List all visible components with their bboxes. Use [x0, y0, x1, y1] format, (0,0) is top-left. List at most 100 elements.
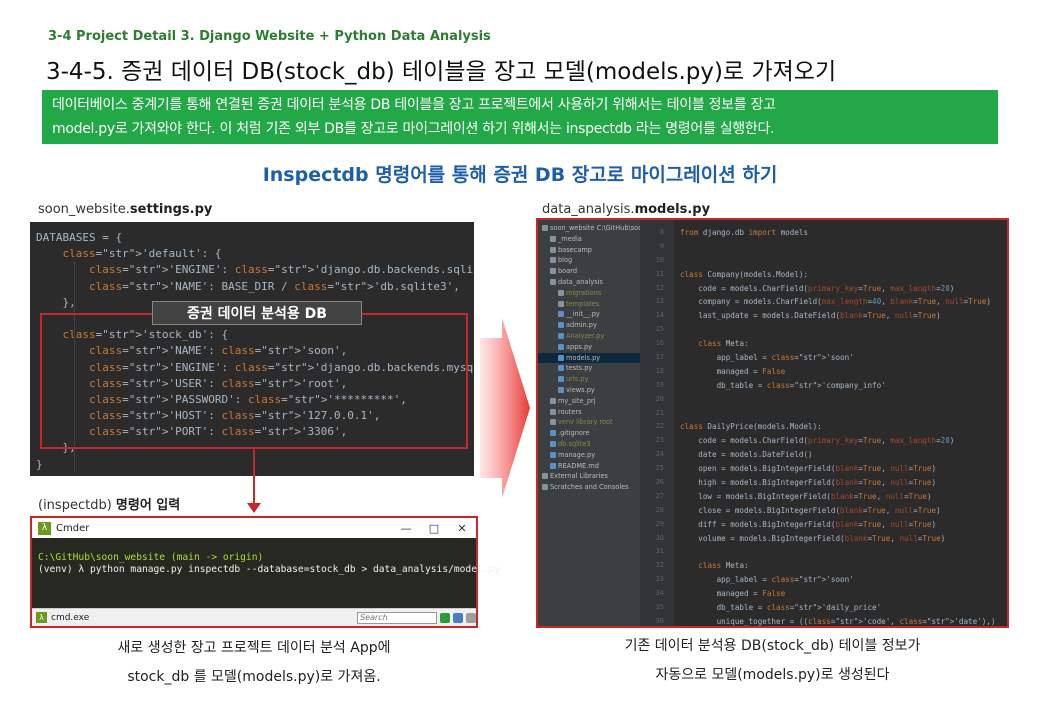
tree-item[interactable]: templates: [538, 299, 640, 310]
close-icon[interactable]: ✕: [448, 522, 476, 535]
tree-item-label: .gitignore: [558, 429, 590, 438]
tree-item[interactable]: urls.py: [538, 374, 640, 385]
tree-item[interactable]: Analyzer.py: [538, 331, 640, 342]
code-line: app_label = class="str">'soon': [680, 575, 854, 585]
tree-item[interactable]: models.py: [538, 352, 640, 364]
cmder-caption-prefix: (inspectdb): [38, 498, 116, 513]
section-subtitle: Inspectdb 명령어를 통해 증권 DB 장고로 마이그레이션 하기: [262, 164, 778, 186]
line-number: 31: [655, 547, 664, 556]
maximize-icon[interactable]: □: [420, 522, 448, 535]
ide-note-line-2: 자동으로 모델(models.py)로 생성된다: [655, 667, 890, 683]
tree-item[interactable]: venv library root: [538, 417, 640, 428]
folder-icon: [550, 278, 556, 285]
settings-caption-file: settings.py: [129, 202, 213, 217]
tree-item-label: Scratches and Consoles: [550, 483, 629, 492]
code-line: high = models.BigIntegerField(blank=True…: [680, 478, 937, 488]
code-line: volume = models.BigIntegerField(blank=Tr…: [680, 533, 946, 543]
view-icon[interactable]: [453, 612, 463, 623]
folder-icon: [542, 484, 548, 491]
terminal-command-text: (venv) λ python manage.py inspectdb --da…: [38, 564, 501, 575]
line-number: 10: [655, 255, 664, 264]
tree-item[interactable]: basecamp: [538, 245, 640, 256]
tree-item[interactable]: my_site_prj: [538, 396, 640, 407]
line-number: 18: [655, 366, 664, 375]
tree-item[interactable]: Scratches and Consoles: [538, 482, 640, 493]
tree-item[interactable]: db.sqlite3: [538, 439, 640, 450]
tree-item[interactable]: blog: [538, 255, 640, 266]
minimize-icon[interactable]: —: [392, 522, 420, 535]
cursor-caret: |: [500, 564, 512, 575]
new-console-icon[interactable]: [440, 612, 450, 623]
file-icon: [558, 311, 564, 318]
settings-code-line: DATABASES = {: [36, 231, 123, 244]
code-line: db_table = class="str">'company_info': [680, 380, 886, 390]
tree-item[interactable]: views.py: [538, 385, 640, 396]
file-icon: [550, 451, 556, 458]
tree-item[interactable]: _media: [538, 234, 640, 245]
terminal-area[interactable]: C:\GitHub\soon_website (main -> origin) …: [32, 538, 512, 608]
tree-item[interactable]: __init__.py: [538, 309, 640, 320]
line-number: 26: [655, 478, 664, 487]
line-number: 27: [655, 491, 664, 500]
tree-item[interactable]: soon_website C:\GitHub\soon: [538, 223, 640, 234]
line-number: 32: [655, 561, 664, 570]
tree-item[interactable]: data_analysis: [538, 277, 640, 288]
tab-lambda-icon: λ: [36, 612, 47, 623]
tree-item-label: migrations: [566, 288, 602, 297]
settings-code-line: class="str">'default': {: [62, 247, 222, 261]
right-arrow-icon: [480, 318, 530, 498]
folder-icon: [558, 289, 564, 296]
code-line: managed = False: [680, 589, 786, 599]
line-number: 23: [655, 436, 664, 445]
terminal-prompt-path: C:\GitHub\soon_website (main -> origin): [38, 552, 264, 563]
line-number: 36: [655, 616, 664, 625]
tree-item-label: tests.py: [566, 364, 593, 373]
tree-item[interactable]: .gitignore: [538, 428, 640, 439]
tree-item-label: basecamp: [558, 245, 592, 254]
tree-item[interactable]: board: [538, 266, 640, 277]
description-banner: 데이터베이스 중계기를 통해 연결된 증권 데이터 분석용 DB 테이블을 장고…: [42, 90, 998, 144]
code-line: last_update = models.DateField(blank=Tru…: [680, 311, 941, 321]
line-number: 21: [655, 408, 664, 417]
folder-icon: [550, 419, 556, 426]
line-number: 29: [655, 519, 664, 528]
code-line: unique_together = ((class="str">'code', …: [680, 616, 996, 626]
tree-item-label: templates: [566, 299, 600, 308]
console-tab[interactable]: λ cmd.exe: [36, 612, 97, 623]
tree-item-label: blog: [558, 256, 573, 265]
settings-code-line: }: [36, 457, 43, 471]
tree-item[interactable]: apps.py: [538, 342, 640, 353]
code-line: code = models.CharField(primary_key=True…: [680, 283, 955, 293]
tree-item[interactable]: migrations: [538, 288, 640, 299]
tree-item[interactable]: manage.py: [538, 450, 640, 461]
settings-code-line: class="str">'NAME': BASE_DIR / class="st…: [88, 279, 460, 293]
tree-item-label: __init__.py: [566, 310, 600, 319]
search-input[interactable]: Search: [357, 611, 437, 624]
file-icon: [558, 376, 564, 383]
models-code-editor[interactable]: from django.db import models class Compan…: [680, 220, 1007, 626]
ide-caption-prefix: data_analysis.: [542, 202, 635, 217]
folder-icon: [550, 246, 556, 253]
tree-item[interactable]: admin.py: [538, 320, 640, 331]
tree-item[interactable]: tests.py: [538, 363, 640, 374]
super-title: 3-4 Project Detail 3. Django Website + P…: [48, 29, 491, 44]
tree-item-label: routers: [558, 407, 582, 416]
file-icon: [550, 430, 556, 437]
ide-note-line-1: 기존 데이터 분석용 DB(stock_db) 테이블 정보가: [624, 638, 921, 654]
cmder-note-line-2: stock_db 를 모델(models.py)로 가져옴.: [127, 669, 381, 685]
stock-db-highlight-box: [40, 313, 468, 449]
cmder-titlebar[interactable]: λ Cmder — □ ✕: [32, 518, 476, 538]
folder-icon: [550, 268, 556, 275]
tree-item[interactable]: README.md: [538, 461, 640, 472]
code-line: company = models.CharField(max_length=40…: [680, 297, 991, 307]
tree-item[interactable]: External Libraries: [538, 471, 640, 482]
tree-item[interactable]: routers: [538, 407, 640, 418]
tree-item-label: apps.py: [566, 342, 593, 351]
tree-item-label: README.md: [558, 461, 599, 470]
menu-icon[interactable]: [466, 612, 476, 623]
line-number: 8: [659, 228, 664, 236]
ide-caption: data_analysis.models.py: [542, 202, 710, 217]
